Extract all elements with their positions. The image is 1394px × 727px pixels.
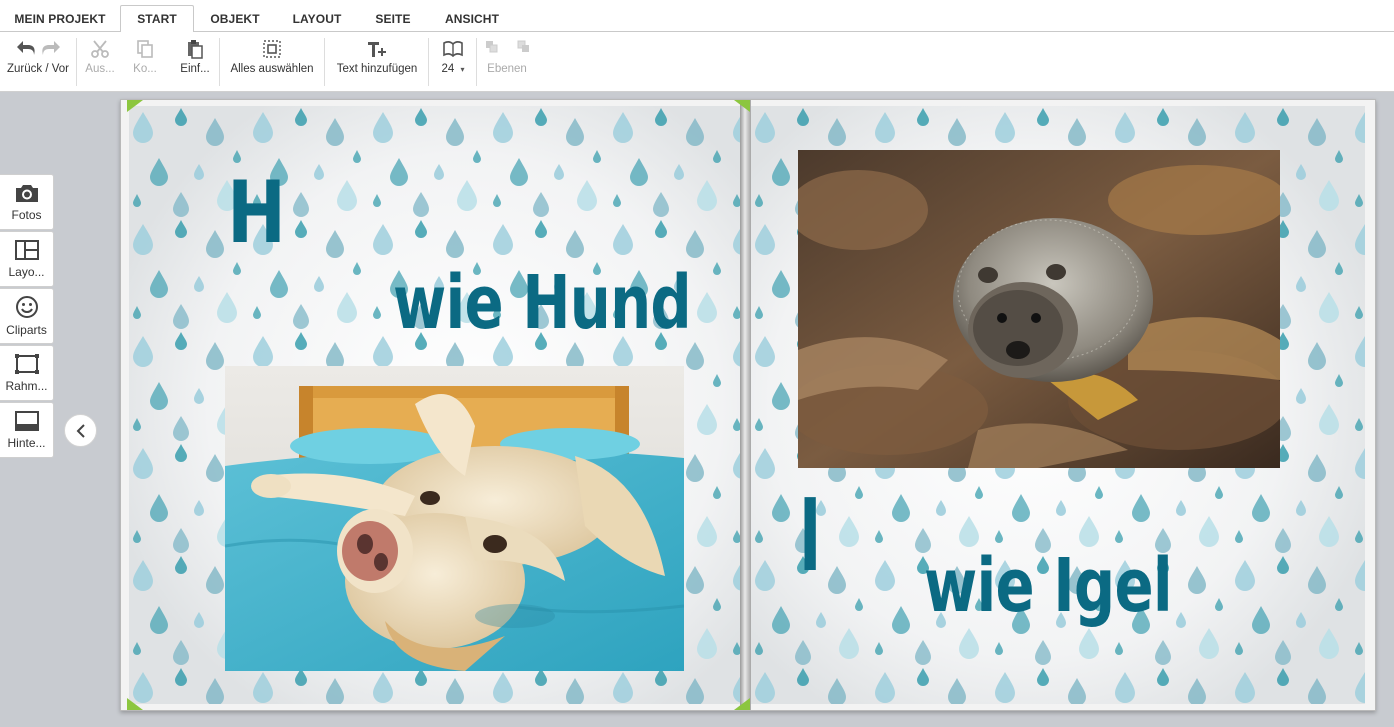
tab-layout[interactable]: LAYOUT [280,5,354,32]
copy-label: Ko... [133,63,157,75]
ribbon-separator [428,38,429,86]
layers-button[interactable]: Ebenen [482,38,532,86]
dog-photo[interactable] [225,366,684,671]
scissors-icon [91,40,109,58]
tab-mein-projekt[interactable]: MEIN PROJEKT [6,5,114,32]
add-text-icon [368,42,386,57]
undo-redo-button[interactable]: Zurück / Vor [2,38,74,86]
left-page-title[interactable]: wie Hund [393,266,692,340]
smiley-icon [15,296,38,318]
tab-ansicht[interactable]: ANSICHT [432,5,512,32]
page-count-value: 24 [441,63,455,75]
camera-icon [15,185,38,202]
page-corner-marker [127,698,143,710]
paste-button[interactable]: Einf... [176,38,214,86]
sidebar-item-label: Rahm... [5,379,48,393]
tab-start[interactable]: START [120,5,194,33]
page-count-button[interactable]: 24 ▾ [434,38,472,86]
cut-button[interactable]: Aus... [82,38,118,86]
tab-seite[interactable]: SEITE [364,5,422,32]
sidebar-item-label: Hinte... [7,436,46,450]
cut-label: Aus... [85,63,115,75]
frame-icon [14,354,39,374]
sidebar-item-label: Layo... [8,265,45,279]
layout-icon [14,240,39,260]
book-icon [443,41,463,58]
big-letter-h[interactable]: H [227,170,286,256]
right-page-title[interactable]: wie Igel [924,549,1173,623]
ribbon-tabs: MEIN PROJEKT START OBJEKT LAYOUT SEITE A… [0,0,1394,33]
photobook-spread: H wie Hund I wie Igel [120,99,1376,711]
sidebar-item-hintergrund[interactable]: Hinte... [0,402,54,458]
paste-label: Einf... [180,63,210,75]
sidebar-item-rahmen[interactable]: Rahm... [0,345,54,401]
ribbon-toolbar: Zurück / Vor Aus... Ko... Einf... Alles … [0,32,1394,92]
add-text-label: Text hinzufügen [336,63,418,75]
left-page[interactable]: H wie Hund [129,106,740,704]
tab-objekt[interactable]: OBJEKT [200,5,270,32]
collapse-panel-button[interactable] [64,414,97,447]
sidebar-item-label: Fotos [11,208,42,222]
ribbon-separator [219,38,220,86]
sidebar-item-label: Cliparts [6,323,47,337]
ribbon-separator [76,38,77,86]
big-letter-i[interactable]: I [799,486,821,586]
layers-icon [486,40,529,53]
add-text-button[interactable]: Text hinzufügen [330,38,424,86]
copy-icon [137,40,153,58]
page-corner-marker [127,100,143,112]
sidebar-item-cliparts[interactable]: Cliparts [0,288,54,344]
sidebar-item-fotos[interactable]: Fotos [0,174,54,230]
hedgehog-photo-image [798,150,1280,468]
right-page[interactable]: I wie Igel [751,106,1365,704]
layers-label: Ebenen [487,63,527,75]
ribbon-separator [324,38,325,86]
undo-redo-label: Zurück / Vor [7,63,69,75]
page-corner-marker [734,698,750,710]
sidebar-item-layout[interactable]: Layo... [0,231,54,287]
dropdown-arrow-icon: ▾ [460,65,465,74]
page-count-label: 24 ▾ [441,63,464,75]
copy-button[interactable]: Ko... [126,38,164,86]
page-corner-marker [734,100,750,112]
hedgehog-photo[interactable] [798,150,1280,468]
book-spine [740,100,751,710]
select-all-button[interactable]: Alles auswählen [224,38,320,86]
paste-icon [188,40,203,59]
background-icon [14,411,39,431]
chevron-left-icon [76,423,85,438]
side-panel: Fotos Layo... Cliparts Rahm... Hinte... [0,174,54,459]
select-all-label: Alles auswählen [230,63,314,75]
dog-photo-image [225,366,684,671]
select-all-icon [263,40,281,58]
ribbon-separator [476,38,477,86]
undo-redo-icon [17,41,60,55]
